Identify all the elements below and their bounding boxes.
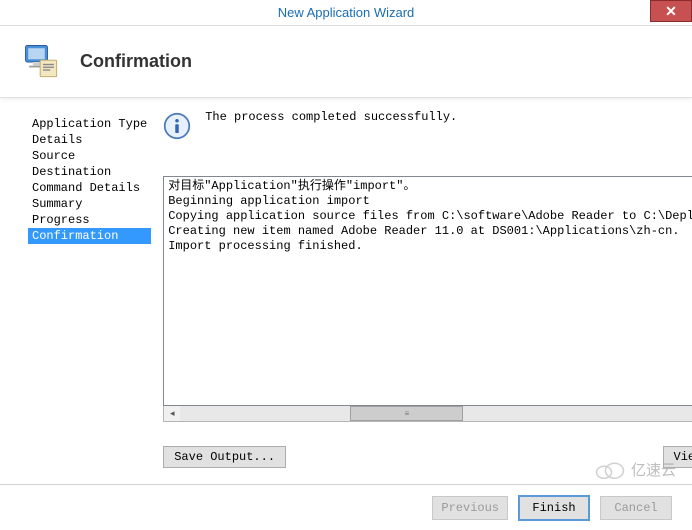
sidebar-item-progress[interactable]: Progress [28,212,151,228]
wizard-body: Application Type Details Source Destinat… [0,98,692,478]
sidebar: Application Type Details Source Destinat… [0,98,151,478]
log-line: 对目标"Application"执行操作"import"。 [168,179,692,194]
sidebar-item-command-details[interactable]: Command Details [28,180,151,196]
log-area: 对目标"Application"执行操作"import"。 Beginning … [163,176,692,438]
close-button[interactable]: ✕ [650,0,692,22]
scroll-thumb[interactable]: ≡ [350,406,463,421]
wizard-footer: Previous Finish Cancel [0,484,692,530]
finish-button[interactable]: Finish [518,495,590,521]
scroll-track[interactable]: ≡ [180,406,692,421]
status-message: The process completed successfully. [205,110,457,124]
log-line: Import processing finished. [168,239,692,254]
previous-button: Previous [432,496,508,520]
content-area: The process completed successfully. 对目标"… [151,98,692,478]
view-script-button[interactable]: View Script [663,446,692,468]
sidebar-item-source[interactable]: Source [28,148,151,164]
sidebar-item-confirmation[interactable]: Confirmation [28,228,151,244]
log-line: Copying application source files from C:… [168,209,692,224]
titlebar: New Application Wizard ✕ [0,0,692,26]
window-title: New Application Wizard [278,5,415,20]
save-output-button[interactable]: Save Output... [163,446,286,468]
page-title: Confirmation [80,51,192,72]
chevron-left-icon: ◂ [170,408,175,419]
sidebar-item-application-type[interactable]: Application Type [28,116,151,132]
log-line: Creating new item named Adobe Reader 11.… [168,224,692,239]
log-line: Beginning application import [168,194,692,209]
sidebar-item-summary[interactable]: Summary [28,196,151,212]
info-icon [163,112,191,140]
wizard-header: Confirmation [0,26,692,98]
scroll-left-button[interactable]: ◂ [164,406,180,421]
application-icon [20,40,64,84]
close-icon: ✕ [665,3,677,20]
sidebar-item-details[interactable]: Details [28,132,151,148]
horizontal-scrollbar[interactable]: ◂ ≡ ▸ [163,406,692,422]
sidebar-item-destination[interactable]: Destination [28,164,151,180]
log-output[interactable]: 对目标"Application"执行操作"import"。 Beginning … [163,176,692,406]
status-row: The process completed successfully. [163,110,692,160]
action-row: Save Output... View Script [163,446,692,468]
cancel-button: Cancel [600,496,672,520]
